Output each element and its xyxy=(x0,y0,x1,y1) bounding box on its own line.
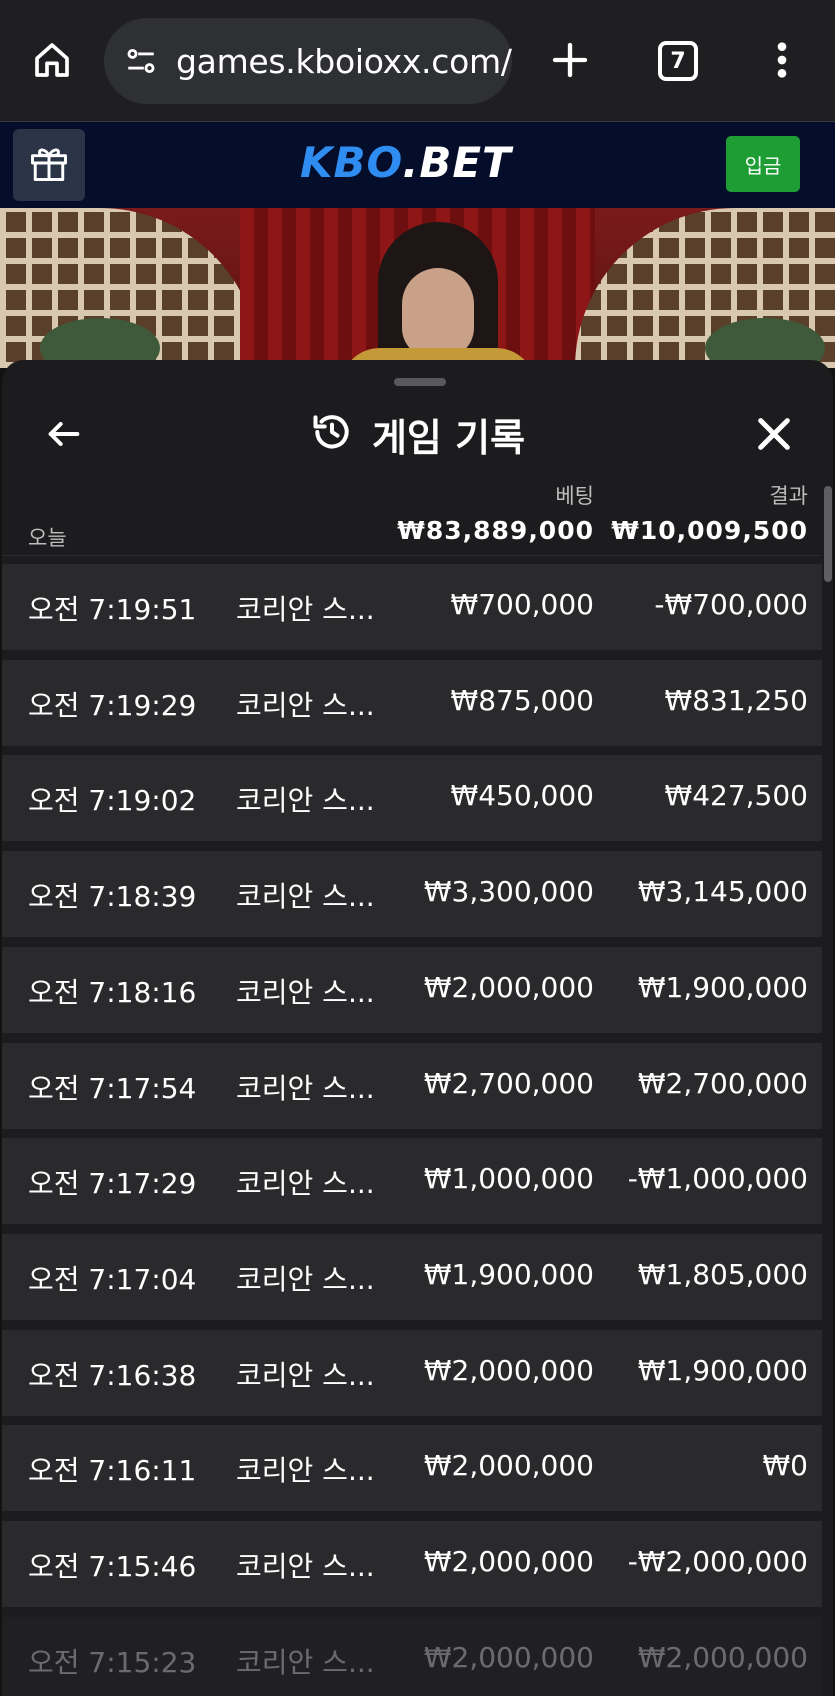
history-row[interactable]: 오전 7:18:16 코리안 스... ₩2,000,000 ₩1,900,000 xyxy=(2,947,822,1033)
row-bet: ₩3,300,000 xyxy=(423,875,594,908)
row-bet: ₩2,000,000 xyxy=(423,971,594,1004)
sheet-title: 게임 기록 xyxy=(371,415,526,460)
history-row[interactable]: 오전 7:15:23 코리안 스... ₩2,000,000 ₩2,000,000 xyxy=(2,1617,822,1696)
history-row[interactable]: 오전 7:17:54 코리안 스... ₩2,700,000 ₩2,700,000 xyxy=(2,1043,822,1129)
row-result: ₩3,145,000 xyxy=(637,875,808,908)
bet-total: ₩83,889,000 xyxy=(397,516,594,545)
row-time: 오전 7:17:54 xyxy=(28,1072,197,1105)
row-result: ₩2,700,000 xyxy=(637,1067,808,1100)
row-result: -₩1,000,000 xyxy=(627,1162,808,1195)
tab-count: 7 xyxy=(670,48,686,74)
row-bet: ₩1,000,000 xyxy=(423,1162,594,1195)
dealer-face xyxy=(402,268,474,358)
result-total: ₩10,009,500 xyxy=(611,516,808,545)
gift-icon xyxy=(27,141,71,189)
row-bet: ₩2,000,000 xyxy=(423,1641,594,1674)
arrow-left-icon[interactable] xyxy=(40,410,88,458)
scrollbar[interactable] xyxy=(824,486,832,582)
row-time: 오전 7:15:23 xyxy=(28,1646,197,1679)
plus-icon[interactable] xyxy=(546,36,594,84)
row-time: 오전 7:15:46 xyxy=(28,1550,197,1583)
history-row[interactable]: 오전 7:16:38 코리안 스... ₩2,000,000 ₩1,900,000 xyxy=(2,1330,822,1416)
row-game: 코리안 스... xyxy=(236,1072,375,1105)
row-time: 오전 7:19:29 xyxy=(28,689,197,722)
history-row[interactable]: 오전 7:19:51 코리안 스... ₩700,000 -₩700,000 xyxy=(2,564,822,650)
deposit-button[interactable]: 입금 xyxy=(726,136,800,192)
history-row[interactable]: 오전 7:15:46 코리안 스... ₩2,000,000 -₩2,000,000 xyxy=(2,1521,822,1607)
logo-main: KBO xyxy=(300,138,403,187)
row-result: ₩1,805,000 xyxy=(637,1258,808,1291)
home-icon[interactable] xyxy=(28,36,76,84)
row-result: -₩700,000 xyxy=(654,588,808,621)
row-time: 오전 7:16:38 xyxy=(28,1359,197,1392)
row-game: 코리안 스... xyxy=(236,976,375,1009)
row-game: 코리안 스... xyxy=(236,1263,375,1296)
live-video xyxy=(0,208,835,368)
history-row[interactable]: 오전 7:16:11 코리안 스... ₩2,000,000 ₩0 xyxy=(2,1425,822,1511)
row-game: 코리안 스... xyxy=(236,1550,375,1583)
row-time: 오전 7:19:02 xyxy=(28,784,197,817)
row-result: ₩1,900,000 xyxy=(637,1354,808,1387)
row-time: 오전 7:18:39 xyxy=(28,880,197,913)
row-bet: ₩2,000,000 xyxy=(423,1449,594,1482)
row-bet: ₩450,000 xyxy=(450,779,594,812)
history-row[interactable]: 오전 7:17:29 코리안 스... ₩1,000,000 -₩1,000,000 xyxy=(2,1138,822,1224)
drag-handle[interactable] xyxy=(394,378,446,386)
site-header: KBO.BET 입금 xyxy=(0,122,835,208)
row-time: 오전 7:18:16 xyxy=(28,976,197,1009)
row-result: ₩2,000,000 xyxy=(637,1641,808,1674)
row-bet: ₩875,000 xyxy=(450,684,594,717)
row-game: 코리안 스... xyxy=(236,784,375,817)
site-logo[interactable]: KBO.BET xyxy=(300,138,512,188)
history-icon xyxy=(310,410,354,458)
history-row[interactable]: 오전 7:17:04 코리안 스... ₩1,900,000 ₩1,805,000 xyxy=(2,1234,822,1320)
row-bet: ₩1,900,000 xyxy=(423,1258,594,1291)
logo-dot: . xyxy=(402,138,420,187)
browser-toolbar: games.kboioxx.com/ 7 xyxy=(0,0,835,122)
history-row[interactable]: 오전 7:18:39 코리안 스... ₩3,300,000 ₩3,145,000 xyxy=(2,851,822,937)
bet-column-header: 베팅 xyxy=(555,484,594,508)
row-bet: ₩2,700,000 xyxy=(423,1067,594,1100)
row-game: 코리안 스... xyxy=(236,1167,375,1200)
address-bar[interactable]: games.kboioxx.com/ xyxy=(104,18,512,104)
row-result: ₩0 xyxy=(762,1449,809,1482)
row-bet: ₩2,000,000 xyxy=(423,1354,594,1387)
more-vertical-icon[interactable] xyxy=(768,36,796,84)
row-game: 코리안 스... xyxy=(236,1454,375,1487)
row-time: 오전 7:17:29 xyxy=(28,1167,197,1200)
row-time: 오전 7:16:11 xyxy=(28,1454,197,1487)
row-result: -₩2,000,000 xyxy=(627,1545,808,1578)
row-bet: ₩2,000,000 xyxy=(423,1545,594,1578)
today-label: 오늘 xyxy=(28,526,67,550)
row-game: 코리안 스... xyxy=(236,1646,375,1679)
sheet-header: 게임 기록 xyxy=(2,404,833,464)
history-row[interactable]: 오전 7:19:29 코리안 스... ₩875,000 ₩831,250 xyxy=(2,660,822,746)
history-row[interactable]: 오전 7:19:02 코리안 스... ₩450,000 ₩427,500 xyxy=(2,755,822,841)
row-result: ₩831,250 xyxy=(664,684,808,717)
gift-button[interactable] xyxy=(13,129,85,201)
game-history-sheet: 게임 기록 베팅 결과 오늘 ₩83,889,000 ₩10,009,500 오… xyxy=(2,360,833,1696)
row-result: ₩1,900,000 xyxy=(637,971,808,1004)
row-game: 코리안 스... xyxy=(236,593,375,626)
row-time: 오전 7:19:51 xyxy=(28,593,197,626)
close-icon[interactable] xyxy=(750,410,798,458)
logo-suffix: BET xyxy=(419,138,512,187)
row-game: 코리안 스... xyxy=(236,880,375,913)
daily-summary: 베팅 결과 오늘 ₩83,889,000 ₩10,009,500 xyxy=(2,472,822,556)
url-text[interactable]: games.kboioxx.com/ xyxy=(176,42,512,81)
row-game: 코리안 스... xyxy=(236,689,375,722)
tab-switcher-button[interactable]: 7 xyxy=(658,41,698,81)
row-bet: ₩700,000 xyxy=(450,588,594,621)
result-column-header: 결과 xyxy=(769,484,808,508)
row-result: ₩427,500 xyxy=(664,779,808,812)
site-settings-icon[interactable] xyxy=(122,42,160,80)
row-time: 오전 7:17:04 xyxy=(28,1263,197,1296)
row-game: 코리안 스... xyxy=(236,1359,375,1392)
